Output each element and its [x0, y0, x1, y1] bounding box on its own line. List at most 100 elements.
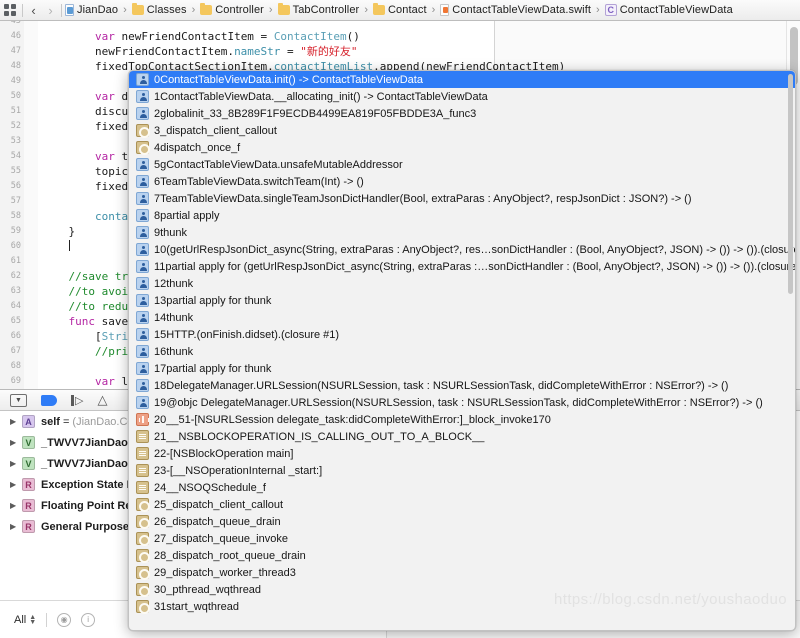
breadcrumb-item-file[interactable]: ContactTableViewData.swift: [439, 0, 592, 20]
stack-frame-row[interactable]: 19 @objc DelegateManager.URLSession(NSUR…: [129, 394, 795, 411]
libdispatch-frame-icon: [136, 566, 150, 580]
disclosure-triangle-icon[interactable]: ▶: [10, 459, 22, 468]
code-token: fixedTo: [42, 120, 142, 133]
stack-frame-row[interactable]: 5 gContactTableViewData.unsafeMutableAdd…: [129, 156, 795, 173]
swift-frame-icon: [136, 294, 149, 307]
code-line[interactable]: newFriendContactItem.nameStr = "新的好友": [42, 44, 358, 59]
stack-frame-row[interactable]: 22 -[NSBlockOperation main]: [129, 445, 795, 462]
breadcrumb-item-controller[interactable]: Controller: [199, 0, 265, 20]
breadcrumb-item-tabcontroller[interactable]: TabController: [277, 0, 361, 20]
stack-frame-row[interactable]: 7 TeamTableViewData.singleTeamJsonDictHa…: [129, 190, 795, 207]
line-number-gutter: 45 46 47 48 49 50 51 52 53 54 55 56 57 58 59 60 61 62 63 64…: [0, 21, 38, 389]
forward-button[interactable]: ›: [42, 0, 59, 20]
stack-frame-row[interactable]: 12 thunk: [129, 275, 795, 292]
stack-frame-row[interactable]: 0 ContactTableViewData.init() -> Contact…: [129, 71, 795, 88]
code-line[interactable]: contact: [42, 209, 141, 224]
disclosure-triangle-icon[interactable]: ▶: [10, 438, 22, 447]
code-line[interactable]: //to reduce: [42, 299, 141, 314]
stack-frame-index: 28: [154, 549, 167, 562]
back-button[interactable]: ‹: [25, 0, 42, 20]
stack-frame-row[interactable]: 8 partial apply: [129, 207, 795, 224]
disclosure-triangle-icon[interactable]: ▶: [10, 501, 22, 510]
stack-frame-row[interactable]: 11 partial apply for (getUrlRespJsonDict…: [129, 258, 795, 275]
code-line[interactable]: topicCo: [42, 164, 141, 179]
stack-frame-row[interactable]: 28 _dispatch_root_queue_drain: [129, 547, 795, 564]
stack-frame-row[interactable]: 9 thunk: [129, 224, 795, 241]
libdispatch-frame-icon: [136, 532, 150, 546]
stack-frame-index: 18: [154, 379, 167, 392]
stack-frame-row[interactable]: 10 (getUrlRespJsonDict_async(String, ext…: [129, 241, 795, 258]
stack-list-scrollbar[interactable]: [787, 72, 794, 630]
continue-button[interactable]: [41, 392, 57, 408]
related-items-button[interactable]: [0, 0, 20, 20]
code-token: nameStr: [234, 45, 281, 58]
stack-frame-row[interactable]: 26 _dispatch_queue_drain: [129, 513, 795, 530]
disclosure-triangle-icon[interactable]: ▶: [10, 522, 22, 531]
step-out-button[interactable]: △: [97, 392, 107, 408]
stack-frame-row[interactable]: 23 -[__NSOperationInternal _start:]: [129, 462, 795, 479]
stack-frame-row[interactable]: 4 dispatch_once_f: [129, 139, 795, 156]
stack-frame-row[interactable]: 17 partial apply for thunk: [129, 360, 795, 377]
stack-frame-row[interactable]: 24 __NSOQSchedule_f: [129, 479, 795, 496]
stack-frame-list[interactable]: 0 ContactTableViewData.init() -> Contact…: [129, 71, 795, 615]
variable-kind-badge: V: [22, 436, 35, 449]
stack-frame-row[interactable]: 16 thunk: [129, 343, 795, 360]
code-token: //to reduce: [42, 300, 142, 313]
stack-frame-row[interactable]: 2 globalinit_33_8B289F1F9ECDB4499EA819F0…: [129, 105, 795, 122]
stack-frame-row[interactable]: 1 ContactTableViewData.__allocating_init…: [129, 88, 795, 105]
code-line[interactable]: var lat: [42, 374, 141, 389]
info-icon[interactable]: i: [81, 612, 96, 627]
stack-frame-row[interactable]: 18 DelegateManager.URLSession(NSURLSessi…: [129, 377, 795, 394]
code-token: =: [280, 45, 301, 58]
code-line[interactable]: [42, 239, 70, 254]
stack-frame-row[interactable]: 29 _dispatch_worker_thread3: [129, 564, 795, 581]
stack-trace-popup[interactable]: 0 ContactTableViewData.init() -> Contact…: [128, 70, 796, 631]
code-line[interactable]: var dis: [42, 89, 141, 104]
stack-frame-symbol: globalinit_33_8B289F1F9ECDB4499EA819F05F…: [160, 107, 477, 120]
variable-equals: =: [62, 415, 70, 428]
line-number: 65: [10, 316, 21, 326]
code-line[interactable]: }: [42, 224, 75, 239]
code-line[interactable]: //save tran: [42, 269, 141, 284]
breadcrumb-item-symbol[interactable]: C ContactTableViewData: [604, 0, 734, 20]
swift-frame-icon: [136, 328, 149, 341]
code-line[interactable]: fixedTo: [42, 179, 141, 194]
hide-debug-area-button[interactable]: ▼: [10, 392, 27, 408]
swift-frame-icon: [136, 90, 149, 103]
stack-frame-row[interactable]: 6 TeamTableViewData.switchTeam(Int) -> (…: [129, 173, 795, 190]
code-line[interactable]: //to avoid: [42, 284, 141, 299]
stack-frame-row[interactable]: 25 _dispatch_client_callout: [129, 496, 795, 513]
eye-icon[interactable]: ◉: [57, 612, 72, 627]
scrollbar-thumb[interactable]: [788, 74, 793, 294]
step-over-button[interactable]: ▷: [71, 392, 83, 408]
stack-frame-row[interactable]: 14 thunk: [129, 309, 795, 326]
stack-frame-row[interactable]: 21 __NSBLOCKOPERATION_IS_CALLING_OUT_TO_…: [129, 428, 795, 445]
stack-frame-row[interactable]: 31 start_wqthread: [129, 598, 795, 615]
breadcrumb-item-contact[interactable]: Contact: [372, 0, 428, 20]
code-line[interactable]: var newFriendContactItem = ContactItem(): [42, 29, 360, 44]
disclosure-triangle-icon[interactable]: ▶: [10, 480, 22, 489]
code-line[interactable]: fixedTo: [42, 119, 141, 134]
swift-frame-icon: [136, 379, 149, 392]
code-line[interactable]: var top: [42, 149, 141, 164]
stack-frame-row[interactable]: 13 partial apply for thunk: [129, 292, 795, 309]
code-folding-ribbon[interactable]: [24, 21, 38, 389]
stack-frame-row[interactable]: 27 _dispatch_queue_invoke: [129, 530, 795, 547]
breadcrumb-item-jiandao[interactable]: JianDao: [64, 0, 119, 20]
code-line[interactable]: [String: [42, 329, 141, 344]
breadcrumb-item-classes[interactable]: Classes: [131, 0, 188, 20]
disclosure-triangle-icon[interactable]: ▶: [10, 417, 22, 426]
code-line[interactable]: func saveCh: [42, 314, 142, 329]
stack-frame-index: 20: [154, 413, 167, 426]
foundation-frame-icon: [136, 464, 149, 477]
stack-frame-row[interactable]: 30 _pthread_wqthread: [129, 581, 795, 598]
stack-frame-symbol: _dispatch_queue_invoke: [166, 532, 288, 545]
code-line[interactable]: discuss: [42, 104, 141, 119]
scope-selector[interactable]: All ▲ ▼: [14, 614, 36, 626]
stack-frame-row[interactable]: 3 _dispatch_client_callout: [129, 122, 795, 139]
stack-frame-row[interactable]: 20 __51-[NSURLSession delegate_task:didC…: [129, 411, 795, 428]
stack-frame-row[interactable]: 15 HTTP.(onFinish.didset).(closure #1): [129, 326, 795, 343]
line-number: 61: [10, 256, 21, 266]
code-line[interactable]: //print: [42, 344, 141, 359]
